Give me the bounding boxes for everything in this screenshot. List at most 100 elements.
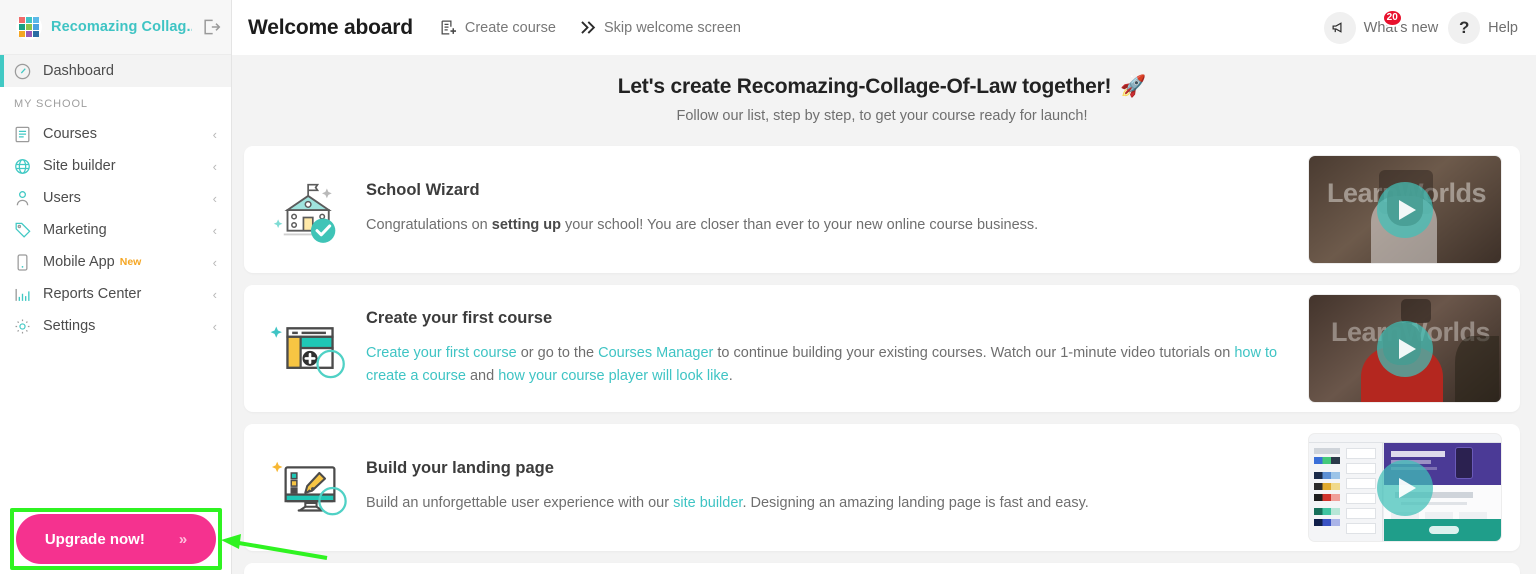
landing-page-design-icon <box>262 450 358 526</box>
card-text: and <box>465 368 499 384</box>
sidebar-item-label: Settings <box>43 318 96 334</box>
play-button-icon[interactable] <box>1377 320 1433 377</box>
skip-welcome-screen-label: Skip welcome screen <box>603 19 741 36</box>
users-icon <box>13 189 32 208</box>
page-title: Welcome aboard <box>248 15 413 39</box>
brand-name: Recomazing Collag... <box>51 19 192 35</box>
sidebar-item-label: Users <box>43 190 81 206</box>
play-button-icon[interactable] <box>1377 181 1433 238</box>
card-title: Build your landing page <box>366 459 554 478</box>
onboarding-card-next[interactable] <box>244 563 1520 574</box>
card-body: School Wizard Congratulations on setting… <box>358 181 1308 237</box>
sidebar-item-label: Marketing <box>43 222 107 238</box>
chevron-left-icon: ‹ <box>212 318 217 334</box>
sidebar-nav-list: Courses ‹ Site builder ‹ Users ‹ Marketi… <box>0 116 231 342</box>
card-text: or go to the <box>516 344 599 361</box>
site-builder-link[interactable]: site builder <box>673 495 742 511</box>
sidebar-item-marketing[interactable]: Marketing ‹ <box>0 214 231 246</box>
welcome-content: Let's create Recomazing-Collage-Of-Law t… <box>232 55 1536 574</box>
main-content: Welcome aboard Create course Skip welcom… <box>232 0 1536 574</box>
new-badge: New <box>119 256 142 268</box>
school-building-icon <box>262 172 358 248</box>
onboarding-card-list: School Wizard Congratulations on setting… <box>244 146 1520 574</box>
hero-title: Let's create Recomazing-Collage-Of-Law t… <box>617 75 1112 98</box>
sidebar-item-users[interactable]: Users ‹ <box>0 182 231 214</box>
logout-icon[interactable] <box>201 17 221 37</box>
app-root: Recomazing Collag... Dashboard MY SCHOOL <box>0 0 1536 574</box>
chevron-left-icon: ‹ <box>212 286 217 302</box>
bar-chart-icon <box>13 285 32 304</box>
video-thumbnail[interactable]: LearnWorlds <box>1308 294 1502 403</box>
chevron-left-icon: ‹ <box>212 190 217 206</box>
sidebar-item-reports-center[interactable]: Reports Center ‹ <box>0 278 231 310</box>
sidebar-item-label: Reports Center <box>43 286 142 302</box>
help-button[interactable]: ? Help <box>1448 11 1518 44</box>
sidebar-item-label: Site builder <box>43 158 116 174</box>
sidebar-item-label: Dashboard <box>43 63 114 79</box>
card-title: Create your first course <box>366 308 553 327</box>
card-text: . <box>728 368 733 384</box>
hero-subtitle: Follow our list, step by step, to get yo… <box>676 108 1088 124</box>
gear-icon <box>13 317 32 336</box>
chevron-left-icon: ‹ <box>212 158 217 174</box>
chevron-left-icon: ‹ <box>212 254 217 270</box>
card-description: Create your first course or go to the Co… <box>366 342 1288 389</box>
card-bold-text: setting up <box>491 217 562 234</box>
video-thumbnail[interactable]: LearnWorlds <box>1308 155 1502 264</box>
sidebar-item-dashboard[interactable]: Dashboard <box>0 55 231 87</box>
card-description: Build an unforgettable user experience w… <box>366 492 1288 515</box>
mobile-icon <box>13 253 32 272</box>
courses-icon <box>13 125 32 144</box>
top-bar: Welcome aboard Create course Skip welcom… <box>232 0 1536 55</box>
onboarding-card-create-first-course[interactable]: Create your first course Create your fir… <box>244 285 1520 412</box>
rocket-icon: 🚀 <box>1120 75 1147 98</box>
dashboard-icon <box>13 62 32 81</box>
create-course-button[interactable]: Create course <box>439 18 556 37</box>
sidebar-item-site-builder[interactable]: Site builder ‹ <box>0 150 231 182</box>
card-text: Build an unforgettable user experience w… <box>366 495 674 512</box>
onboarding-card-build-landing-page[interactable]: Build your landing page Build an unforge… <box>244 424 1520 551</box>
card-body: Build your landing page Build an unforge… <box>358 459 1308 515</box>
card-text: Congratulations on <box>366 217 492 234</box>
tag-icon <box>13 221 32 240</box>
chevron-left-icon: ‹ <box>212 222 217 238</box>
play-button-icon[interactable] <box>1377 459 1433 516</box>
create-course-icon <box>439 18 458 37</box>
card-body: Create your first course Create your fir… <box>358 309 1308 389</box>
skip-welcome-screen-button[interactable]: Skip welcome screen <box>578 18 741 37</box>
create-course-page-icon <box>262 311 358 387</box>
globe-icon <box>13 157 32 176</box>
hero-title-row: Let's create Recomazing-Collage-Of-Law t… <box>244 75 1520 99</box>
sidebar: Recomazing Collag... Dashboard MY SCHOOL <box>0 0 232 574</box>
chevron-left-icon: ‹ <box>212 126 217 142</box>
video-thumbnail[interactable] <box>1308 433 1502 542</box>
create-first-course-link[interactable]: Create your first course <box>366 345 517 361</box>
mobile-app-text: Mobile App <box>43 254 115 270</box>
sidebar-item-label: Courses <box>43 126 97 142</box>
megaphone-icon <box>1323 11 1356 44</box>
brand-header[interactable]: Recomazing Collag... <box>0 0 231 55</box>
whats-new-count-badge: 20 <box>1381 8 1403 27</box>
onboarding-card-school-wizard[interactable]: School Wizard Congratulations on setting… <box>244 146 1520 273</box>
upgrade-now-container: Upgrade now! » <box>10 508 222 570</box>
card-text: . Designing an amazing landing page is f… <box>742 495 1089 512</box>
whats-new-button[interactable]: What's new 20 <box>1323 8 1438 44</box>
card-description: Congratulations on setting up your schoo… <box>366 214 1288 237</box>
school-logo-icon <box>16 14 42 40</box>
help-label: Help <box>1488 19 1518 36</box>
question-mark-icon: ? <box>1448 11 1481 44</box>
double-chevron-right-icon <box>578 18 597 37</box>
sidebar-section-label: MY SCHOOL <box>14 98 88 110</box>
sidebar-item-settings[interactable]: Settings ‹ <box>0 310 231 342</box>
card-text: to continue building your existing cours… <box>713 344 1235 361</box>
annotation-highlight-box <box>10 508 222 570</box>
create-course-label: Create course <box>464 19 556 36</box>
topbar-right-actions: What's new 20 ? Help <box>1323 8 1518 44</box>
course-player-look-link[interactable]: how your course player will look like <box>498 368 729 384</box>
card-title: School Wizard <box>366 181 480 200</box>
courses-manager-link[interactable]: Courses Manager <box>598 345 713 361</box>
question-mark-glyph: ? <box>1458 17 1470 37</box>
sidebar-item-label: Mobile App New <box>43 254 202 270</box>
sidebar-item-courses[interactable]: Courses ‹ <box>0 118 231 150</box>
sidebar-item-mobile-app[interactable]: Mobile App New ‹ <box>0 246 231 278</box>
